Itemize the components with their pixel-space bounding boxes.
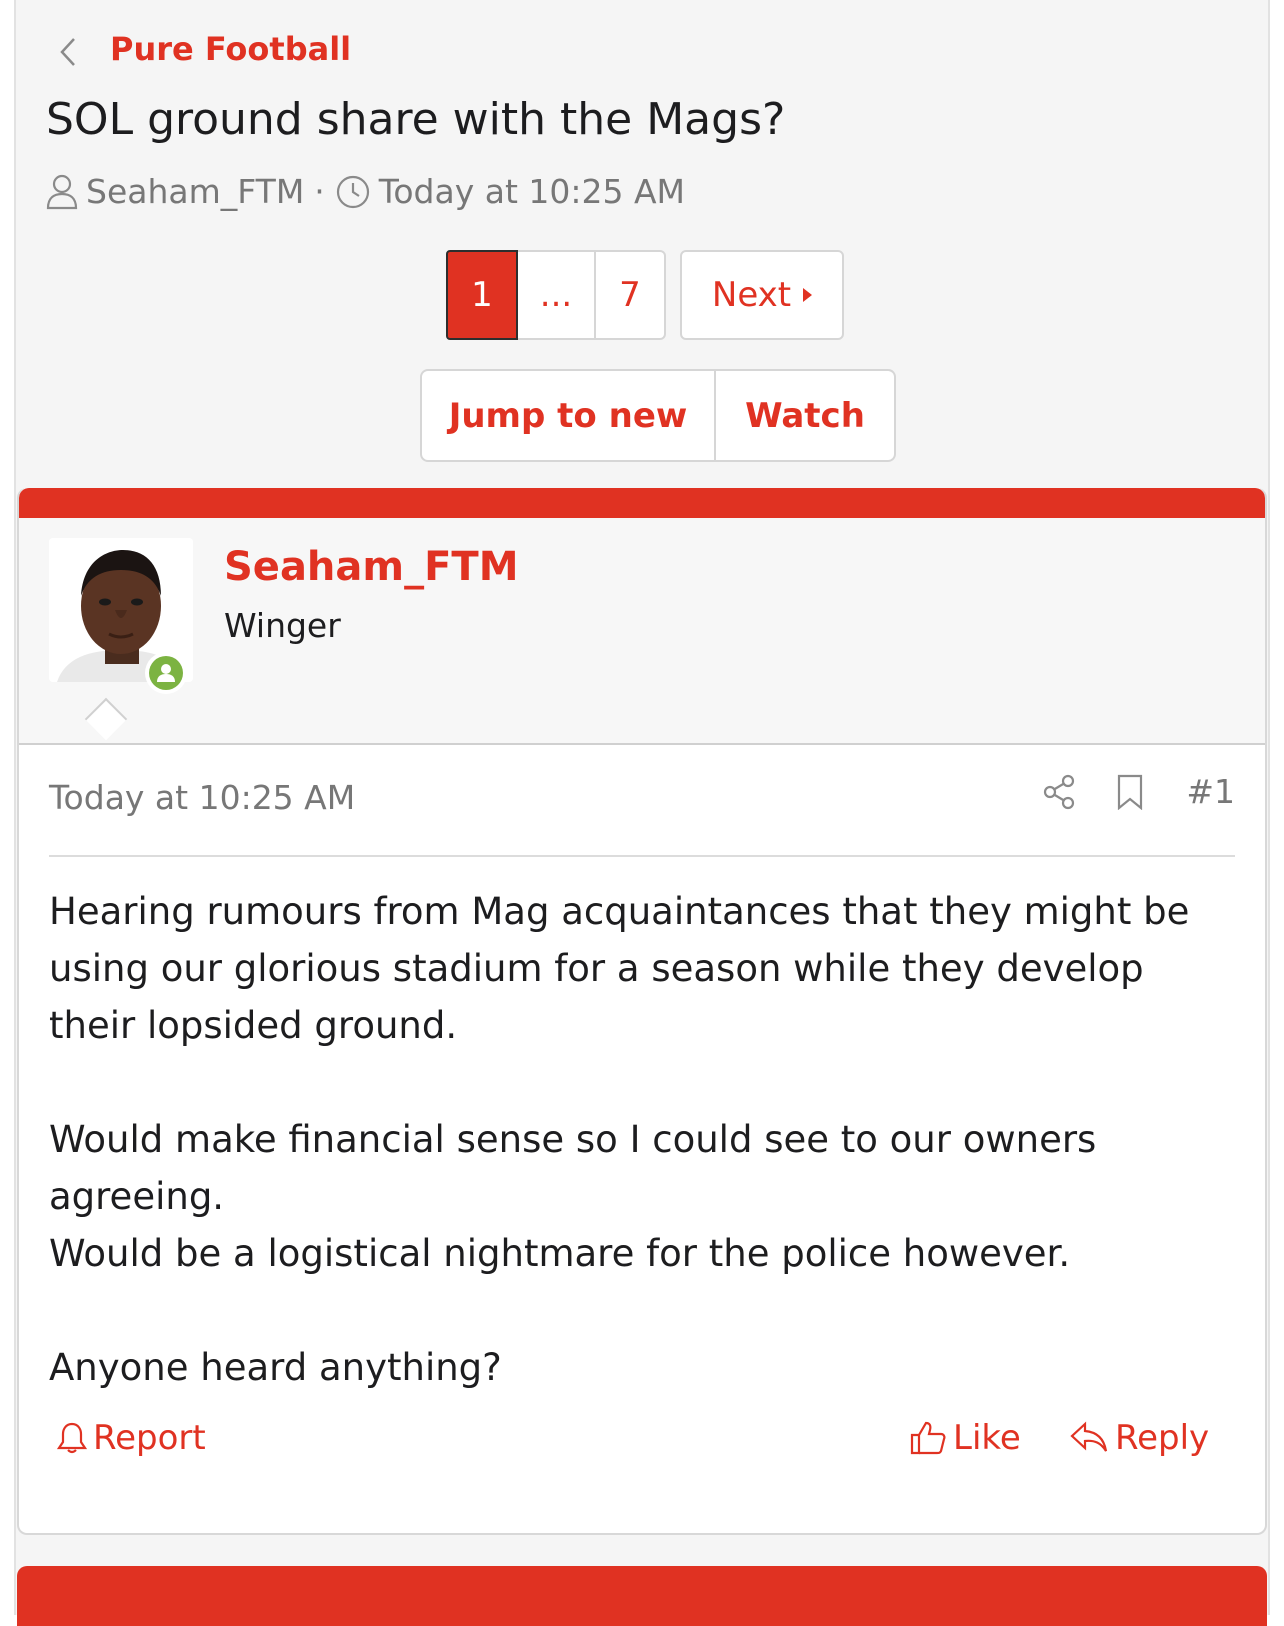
watch-button[interactable]: Watch	[716, 369, 896, 462]
reply-button[interactable]: Reply	[1069, 1418, 1209, 1458]
report-label: Report	[93, 1418, 206, 1458]
next-post-header-bar	[17, 1566, 1267, 1626]
post-paragraph: Would be a logistical nightmare for the …	[49, 1232, 1071, 1275]
thread-title: SOL ground share with the Mags?	[46, 94, 786, 145]
post-number-link[interactable]: #1	[1186, 772, 1235, 811]
page-ellipsis-button[interactable]: ...	[518, 250, 596, 340]
thread-actions: Jump to new Watch	[420, 369, 896, 462]
caret-right-icon	[803, 288, 813, 302]
post-header-bar	[19, 488, 1265, 518]
meta-separator: ·	[314, 172, 325, 211]
thumbs-up-icon	[910, 1421, 946, 1455]
post-tools: #1	[1002, 772, 1235, 811]
share-icon	[1044, 774, 1075, 809]
next-page-button[interactable]: Next	[680, 250, 844, 340]
post-paragraph: Anyone heard anything?	[49, 1346, 502, 1389]
thread-meta: Seaham_FTM · Today at 10:25 AM	[46, 172, 685, 211]
next-label: Next	[711, 275, 792, 315]
like-button[interactable]: Like	[909, 1418, 1021, 1458]
post-username[interactable]: Seaham_FTM	[224, 544, 519, 590]
pagination: 1 ... 7 Next	[446, 250, 844, 340]
share-button[interactable]	[1042, 774, 1076, 810]
post-body: Hearing rumours from Mag acquaintances t…	[49, 883, 1229, 1396]
bookmark-icon	[1118, 774, 1143, 810]
post-date[interactable]: Today at 10:25 AM	[49, 778, 355, 817]
bookmark-button[interactable]	[1116, 774, 1144, 810]
post-paragraph: Hearing rumours from Mag acquaintances t…	[49, 890, 1190, 1047]
reply-label: Reply	[1115, 1418, 1210, 1458]
user-title: Winger	[224, 606, 341, 645]
jump-to-new-button[interactable]: Jump to new	[420, 369, 716, 462]
user-icon	[46, 174, 78, 209]
report-button[interactable]: Report	[57, 1418, 206, 1458]
post-user-block: Seaham_FTM Winger	[19, 518, 1265, 745]
bell-icon	[57, 1422, 87, 1454]
page-7-button[interactable]: 7	[596, 250, 666, 340]
like-label: Like	[953, 1418, 1021, 1458]
post-footer: Report Like Reply	[49, 1418, 1235, 1478]
page-1-button[interactable]: 1	[446, 250, 518, 340]
post-paragraph: Would make financial sense so I could se…	[49, 1118, 1097, 1218]
reply-icon	[1070, 1421, 1108, 1452]
clock-icon	[336, 175, 369, 208]
post-divider	[49, 855, 1235, 857]
chevron-left-icon	[60, 38, 75, 66]
back-button[interactable]	[48, 34, 88, 70]
thread-time[interactable]: Today at 10:25 AM	[379, 172, 685, 211]
post-card: Seaham_FTM Winger Today at 10:25 AM #1 H…	[17, 488, 1267, 1535]
breadcrumb-forum-link[interactable]: Pure Football	[110, 30, 351, 68]
thread-author[interactable]: Seaham_FTM	[86, 172, 304, 211]
online-status-icon	[145, 652, 187, 694]
